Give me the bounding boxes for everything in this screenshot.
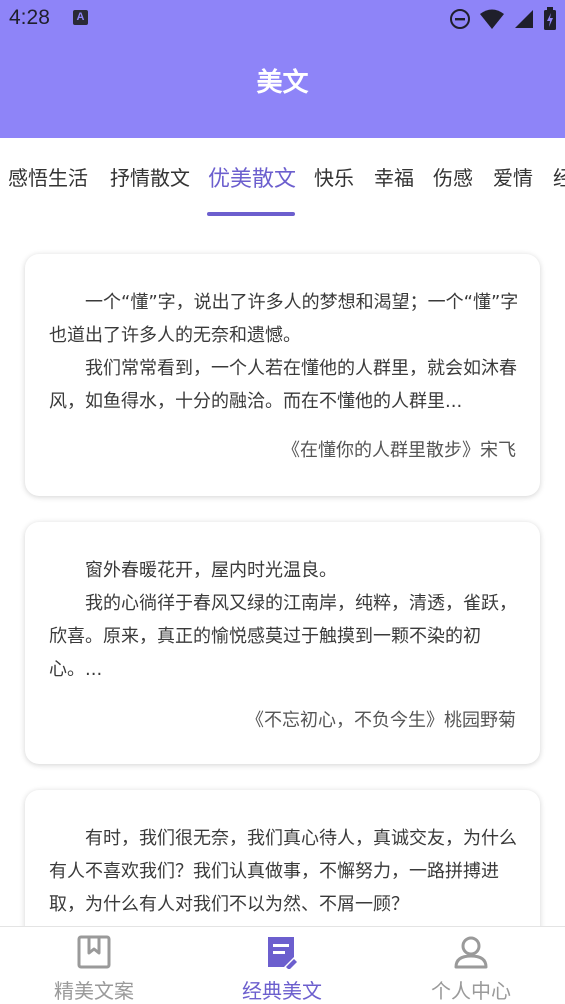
article-paragraph: 窗外春暖花开，屋内时光温良。 bbox=[85, 560, 337, 581]
article-paragraph: 我们常常看到，一个人若在懂他的人群里，就会如沐春风，如鱼得水，十分的融洽。而在不… bbox=[49, 358, 517, 412]
article-card[interactable]: 一个“懂”字，说出了许多人的梦想和渴望；一个“懂”字也道出了许多人的无奈和遗憾。… bbox=[25, 254, 540, 496]
tab-7[interactable]: 经 bbox=[553, 162, 565, 191]
tab-0[interactable]: 感悟生活 bbox=[8, 162, 88, 191]
tab-2[interactable]: 优美散文 bbox=[208, 161, 296, 193]
signal-icon bbox=[515, 10, 533, 28]
article-excerpt: 有时，我们很无奈，我们真心待人，真诚交友，为什么有人不喜欢我们？我们认真做事，不… bbox=[49, 822, 519, 921]
bottom-navigation: 精美文案 经典美文 个人中心 bbox=[0, 926, 565, 1004]
article-paragraph: 有时，我们很无奈，我们真心待人，真诚交友，为什么有人不喜欢我们？我们认真做事，不… bbox=[49, 828, 517, 915]
article-card[interactable]: 有时，我们很无奈，我们真心待人，真诚交友，为什么有人不喜欢我们？我们认真做事，不… bbox=[25, 790, 540, 926]
keyboard-notification-icon: A bbox=[73, 10, 88, 25]
tab-4[interactable]: 幸福 bbox=[374, 162, 414, 191]
tab-3[interactable]: 快乐 bbox=[314, 162, 354, 191]
tab-6[interactable]: 爱情 bbox=[493, 162, 533, 191]
nav-item-classic-essays[interactable]: 经典美文 bbox=[188, 927, 376, 1004]
do-not-disturb-icon bbox=[450, 9, 470, 29]
nav-label: 经典美文 bbox=[242, 979, 322, 1003]
status-time: 4:28 bbox=[9, 6, 50, 29]
nav-item-profile[interactable]: 个人中心 bbox=[377, 927, 565, 1004]
category-tabs: 感悟生活 抒情散文 优美散文 快乐 幸福 伤感 爱情 经 bbox=[0, 138, 565, 216]
battery-icon bbox=[544, 7, 556, 30]
article-card[interactable]: 窗外春暖花开，屋内时光温良。 我的心徜徉于春风又绿的江南岸，纯粹，清透，雀跃，欣… bbox=[25, 522, 540, 764]
person-icon bbox=[454, 936, 488, 969]
article-paragraph: 一个“懂”字，说出了许多人的梦想和渴望；一个“懂”字也道出了许多人的无奈和遗憾。 bbox=[49, 292, 519, 346]
page-title: 美文 bbox=[256, 68, 309, 98]
notes-icon bbox=[268, 937, 297, 969]
article-excerpt: 窗外春暖花开，屋内时光温良。 我的心徜徉于春风又绿的江南岸，纯粹，清透，雀跃，欣… bbox=[49, 554, 519, 686]
nav-label: 个人中心 bbox=[431, 979, 511, 1003]
status-icons bbox=[449, 6, 557, 32]
app-header: 4:28 A 美文 bbox=[0, 0, 565, 138]
article-source: 《不忘初心，不负今生》桃园野菊 bbox=[246, 710, 516, 731]
tab-5[interactable]: 伤感 bbox=[433, 162, 473, 191]
bookmark-icon bbox=[77, 935, 111, 969]
article-excerpt: 一个“懂”字，说出了许多人的梦想和渴望；一个“懂”字也道出了许多人的无奈和遗憾。… bbox=[49, 286, 519, 418]
article-source: 《在懂你的人群里散步》宋飞 bbox=[282, 440, 516, 461]
article-list[interactable]: 一个“懂”字，说出了许多人的梦想和渴望；一个“懂”字也道出了许多人的无奈和遗憾。… bbox=[0, 216, 565, 926]
app-screen: 4:28 A 美文 感悟生活 抒情散文 优美散文 快乐 幸福 伤感 爱情 经 一… bbox=[0, 0, 565, 1004]
nav-label: 精美文案 bbox=[54, 979, 134, 1003]
tab-1[interactable]: 抒情散文 bbox=[110, 162, 190, 191]
wifi-icon bbox=[480, 9, 504, 29]
nav-item-copywriting[interactable]: 精美文案 bbox=[0, 927, 188, 1004]
article-paragraph: 我的心徜徉于春风又绿的江南岸，纯粹，清透，雀跃，欣喜。原来，真正的愉悦感莫过于触… bbox=[49, 593, 517, 680]
